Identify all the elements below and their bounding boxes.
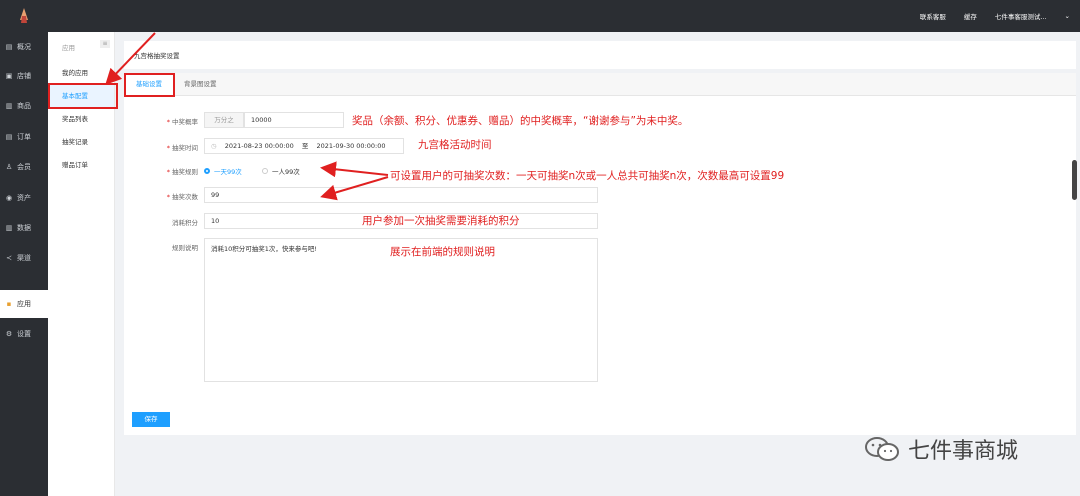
wechat-icon — [865, 437, 899, 461]
watermark: 七件事商城 — [864, 433, 1018, 465]
annotation-arrows — [105, 32, 389, 201]
arrow-to-basic-config — [105, 32, 156, 85]
scrollbar[interactable] — [1072, 160, 1077, 200]
watermark-text: 七件事商城 — [908, 439, 1019, 464]
arrow-to-count — [320, 176, 389, 201]
arrow-to-rule — [320, 161, 389, 178]
